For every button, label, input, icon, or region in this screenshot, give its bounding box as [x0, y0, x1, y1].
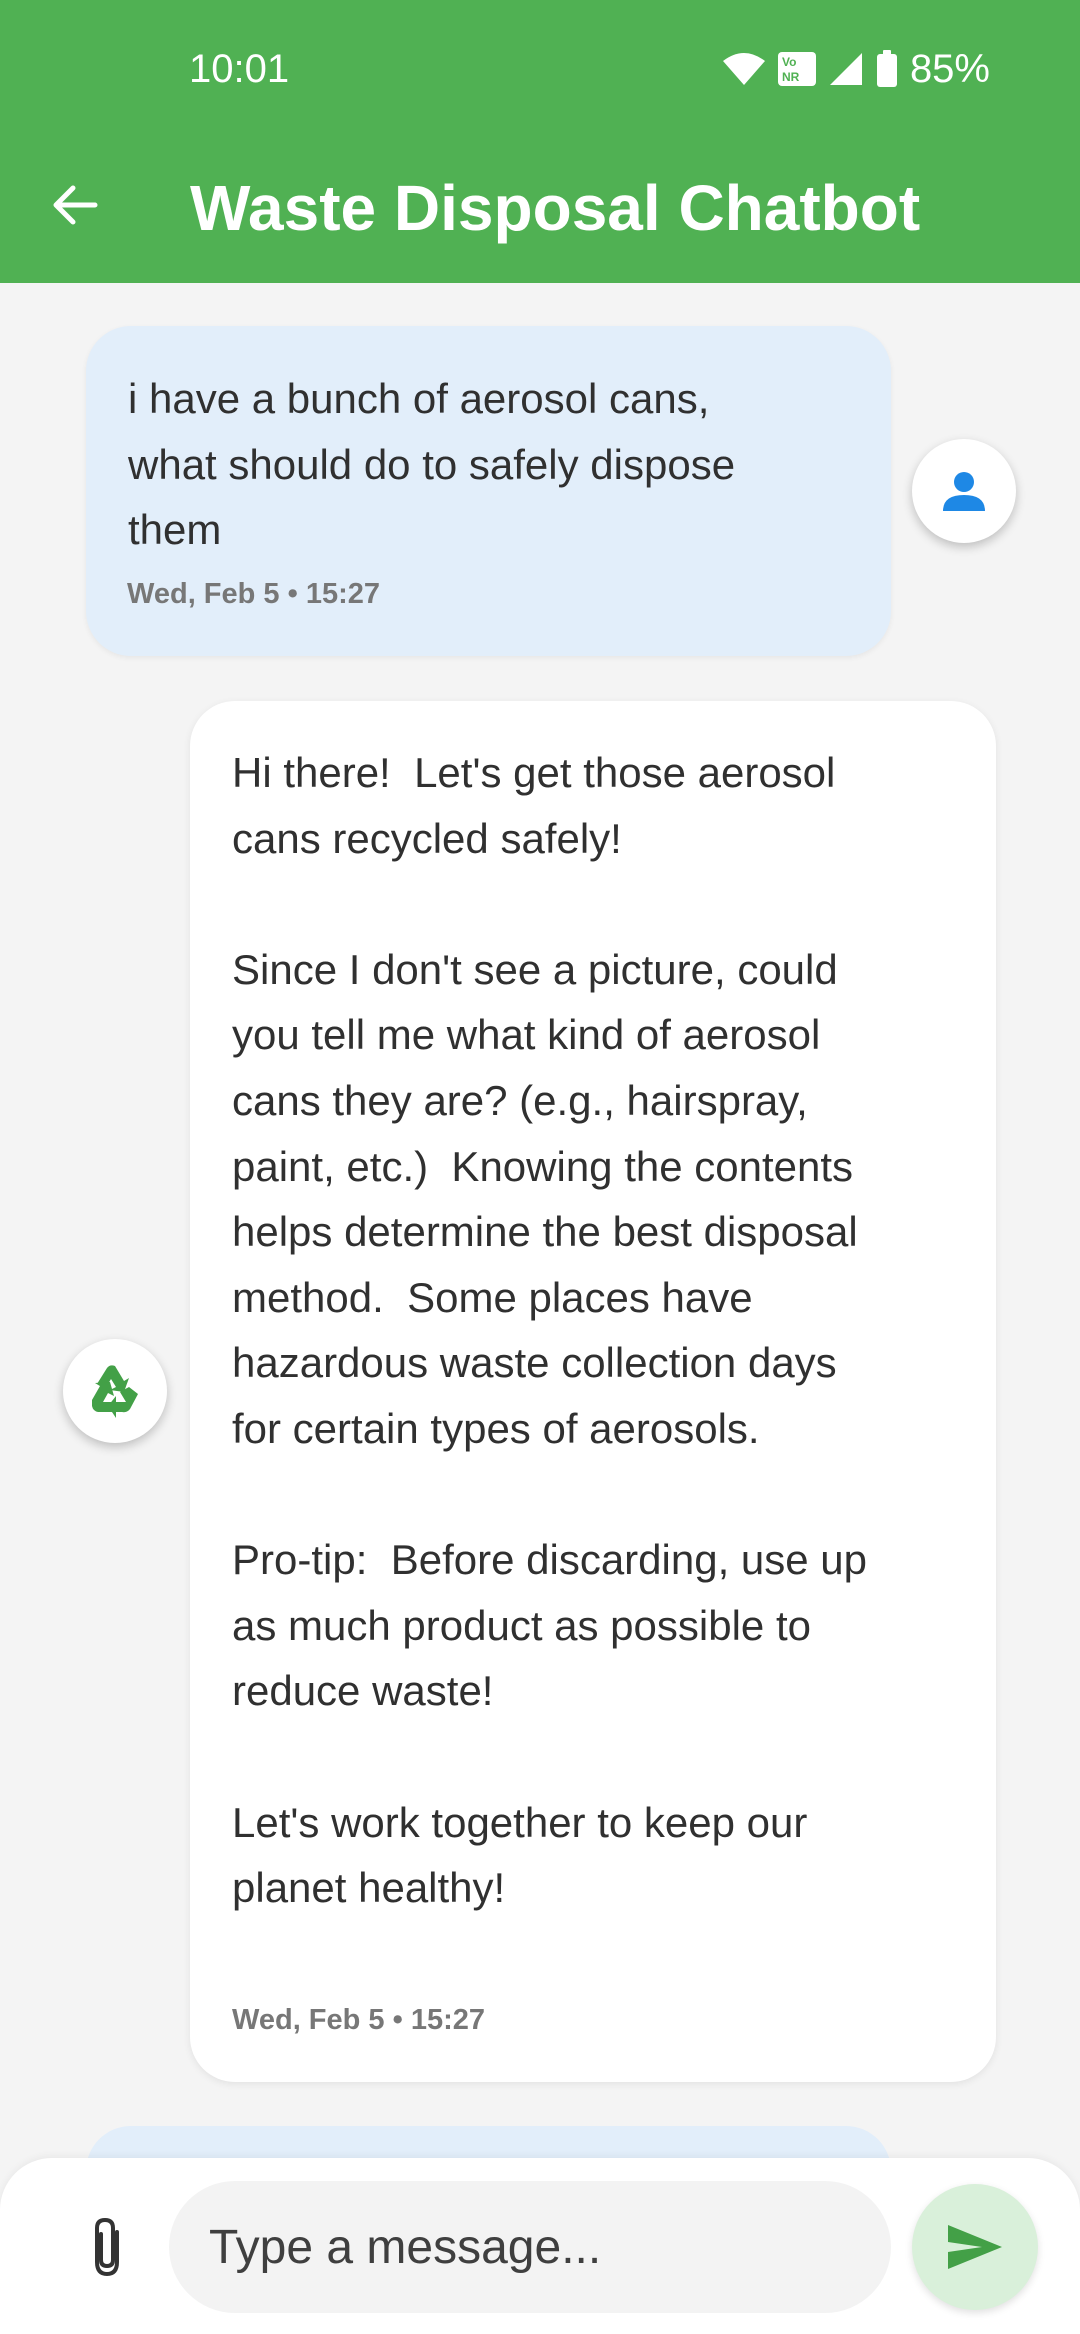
status-icons: Vo NR 85% [722, 44, 990, 94]
battery-icon [876, 50, 898, 88]
vonr-icon: Vo NR [777, 51, 816, 87]
user-avatar [912, 439, 1016, 543]
status-time: 10:01 [189, 47, 290, 91]
wifi-icon [722, 51, 766, 87]
user-message-text: i have a bunch of aerosol cans, what sho… [128, 375, 736, 554]
attach-button[interactable] [72, 2212, 142, 2282]
person-icon [941, 468, 987, 514]
back-button[interactable] [40, 170, 110, 240]
svg-text:Vo: Vo [782, 55, 796, 69]
send-button[interactable] [912, 2184, 1038, 2310]
send-icon [946, 2222, 1004, 2272]
paperclip-icon [87, 2216, 127, 2278]
message-input[interactable] [169, 2181, 891, 2313]
bot-message-text: Hi there! Let's get those aerosol cans r… [232, 749, 868, 1912]
app-bar: 10:01 Vo NR 85% Waste Disposal Chatbot [0, 0, 1080, 283]
recycle-icon [86, 1362, 144, 1420]
signal-icon [828, 51, 864, 87]
battery-percent: 85% [909, 47, 990, 91]
arrow-back-icon [51, 181, 99, 229]
bot-avatar [63, 1339, 167, 1443]
bot-message-bubble: Hi there! Let's get those aerosol cans r… [190, 701, 996, 2082]
bot-message-timestamp: Wed, Feb 5 • 15:27 [232, 2004, 485, 2036]
page-title: Waste Disposal Chatbot [190, 172, 921, 244]
svg-text:NR: NR [782, 70, 800, 84]
user-message-timestamp: Wed, Feb 5 • 15:27 [127, 578, 380, 610]
